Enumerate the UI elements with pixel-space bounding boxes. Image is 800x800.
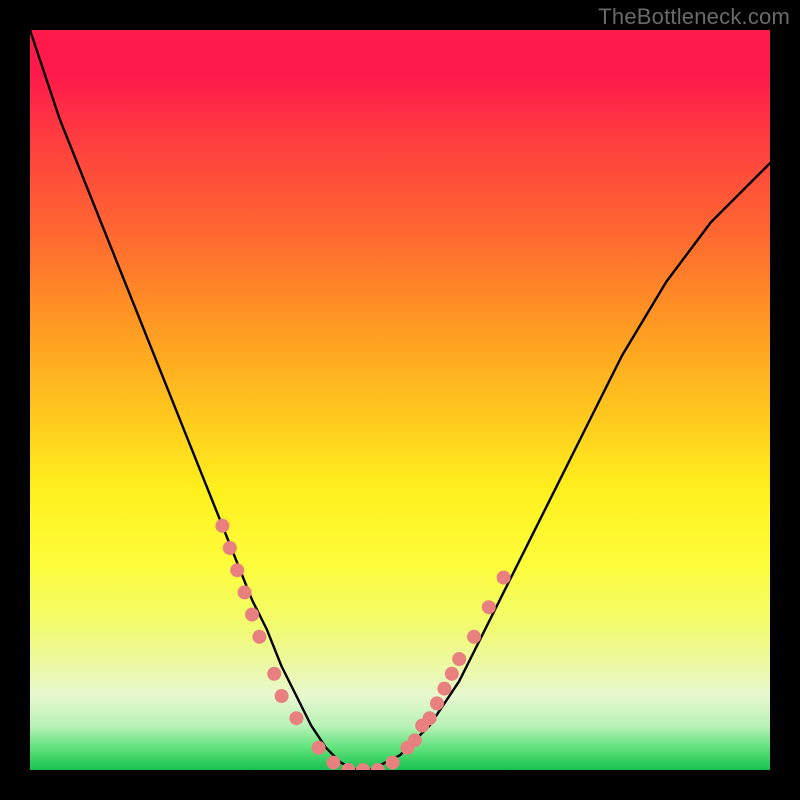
marker-point bbox=[289, 711, 303, 725]
watermark-text: TheBottleneck.com bbox=[598, 4, 790, 30]
marker-point bbox=[482, 600, 496, 614]
marker-point bbox=[437, 682, 451, 696]
bottleneck-curve bbox=[30, 30, 770, 770]
marker-point bbox=[497, 571, 511, 585]
marker-point bbox=[430, 696, 444, 710]
chart-frame: TheBottleneck.com bbox=[0, 0, 800, 800]
marker-point bbox=[267, 667, 281, 681]
marker-point bbox=[467, 630, 481, 644]
marker-point bbox=[312, 741, 326, 755]
marker-point bbox=[223, 541, 237, 555]
chart-svg bbox=[30, 30, 770, 770]
marker-point bbox=[423, 711, 437, 725]
marker-point bbox=[215, 519, 229, 533]
marker-group bbox=[215, 519, 510, 770]
marker-point bbox=[252, 630, 266, 644]
marker-point bbox=[326, 756, 340, 770]
marker-point bbox=[238, 585, 252, 599]
marker-point bbox=[230, 563, 244, 577]
marker-point bbox=[356, 763, 370, 770]
marker-point bbox=[386, 756, 400, 770]
plot-area bbox=[30, 30, 770, 770]
marker-point bbox=[445, 667, 459, 681]
marker-point bbox=[245, 608, 259, 622]
marker-point bbox=[408, 733, 422, 747]
marker-point bbox=[452, 652, 466, 666]
marker-point bbox=[275, 689, 289, 703]
